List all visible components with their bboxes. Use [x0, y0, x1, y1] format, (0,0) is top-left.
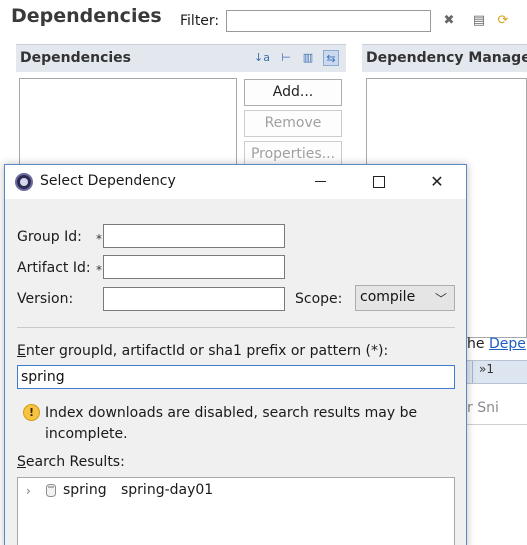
search-results-mnemonic: S: [17, 454, 26, 470]
show-effective-pom-icon[interactable]: ▤: [470, 12, 488, 30]
info-text: he: [467, 336, 485, 352]
editor-tab-bar: »1: [467, 360, 527, 384]
version-field[interactable]: [103, 287, 285, 311]
jar-icon: [46, 484, 56, 497]
close-button[interactable]: ✕: [414, 165, 460, 198]
scope-select[interactable]: compile ﹀: [355, 285, 455, 311]
page-title: Dependencies: [11, 5, 162, 27]
version-label: Version:: [17, 291, 74, 307]
chevron-down-icon: ﹀: [434, 292, 447, 306]
search-label: Enter groupId, artifactId or sha1 prefix…: [17, 343, 388, 359]
dependency-management-header: Dependency Manage: [362, 44, 527, 72]
group-id-field[interactable]: [103, 224, 285, 248]
bottom-tabs[interactable]: r Sni: [467, 400, 499, 416]
search-label-mnemonic: E: [17, 343, 26, 359]
refresh-icon[interactable]: ⟳: [494, 12, 512, 30]
group-id-required-marker: *: [96, 232, 102, 246]
dependency-management-info: he Depe: [467, 336, 526, 352]
columns-icon[interactable]: ▥: [300, 50, 316, 66]
dependencies-section-header: Dependencies: [16, 44, 346, 72]
result-group-id: spring: [63, 482, 107, 498]
artifact-id-required-marker: *: [96, 263, 102, 277]
eclipse-icon: [15, 173, 33, 191]
warning-message: Index downloads are disabled, search res…: [45, 405, 418, 442]
dialog-titlebar[interactable]: Select Dependency ✕: [5, 165, 466, 199]
search-results-text: earch Results:: [25, 454, 125, 470]
dependencies-list[interactable]: [19, 78, 237, 178]
artifact-id-label: Artifact Id:: [17, 260, 91, 276]
filter-label: Filter:: [180, 13, 220, 29]
scope-value: compile: [360, 289, 416, 305]
divider: [467, 424, 527, 425]
maximize-button[interactable]: [355, 165, 401, 198]
clear-filter-icon[interactable]: ✖: [440, 12, 458, 30]
warning-icon: !: [23, 404, 40, 421]
expand-chevron-icon[interactable]: ›: [26, 484, 31, 498]
artifact-id-field[interactable]: [103, 255, 285, 279]
dependency-management-title: Dependency Manage: [366, 50, 527, 66]
group-id-label: Group Id:: [17, 229, 82, 245]
dependencies-section-title: Dependencies: [20, 50, 132, 66]
hierarchy-icon[interactable]: ⊢: [278, 50, 294, 66]
divider: [17, 327, 455, 328]
search-label-text: nter groupId, artifactId or sha1 prefix …: [25, 343, 389, 359]
search-results-tree[interactable]: › spring spring-day01: [17, 477, 455, 545]
more-tabs-chevron[interactable]: »1: [479, 362, 494, 376]
tab-separator: [472, 361, 473, 383]
filter-input[interactable]: [226, 10, 431, 32]
select-dependency-dialog: Select Dependency ✕ Group Id: * Artifact…: [4, 164, 467, 545]
add-dependency-button[interactable]: Add...: [244, 79, 342, 106]
minimize-button[interactable]: [297, 165, 343, 198]
dependency-hierarchy-link[interactable]: Depe: [489, 336, 526, 352]
search-results-label: Search Results:: [17, 454, 125, 470]
filter-toggle-icon[interactable]: ⇆: [323, 50, 339, 66]
scope-label: Scope:: [295, 291, 343, 307]
dialog-title: Select Dependency: [40, 173, 176, 189]
remove-dependency-button[interactable]: Remove: [244, 110, 342, 137]
result-artifact-id: spring-day01: [121, 482, 214, 498]
sort-icon[interactable]: ↓a: [254, 50, 270, 66]
search-input[interactable]: [17, 365, 455, 389]
